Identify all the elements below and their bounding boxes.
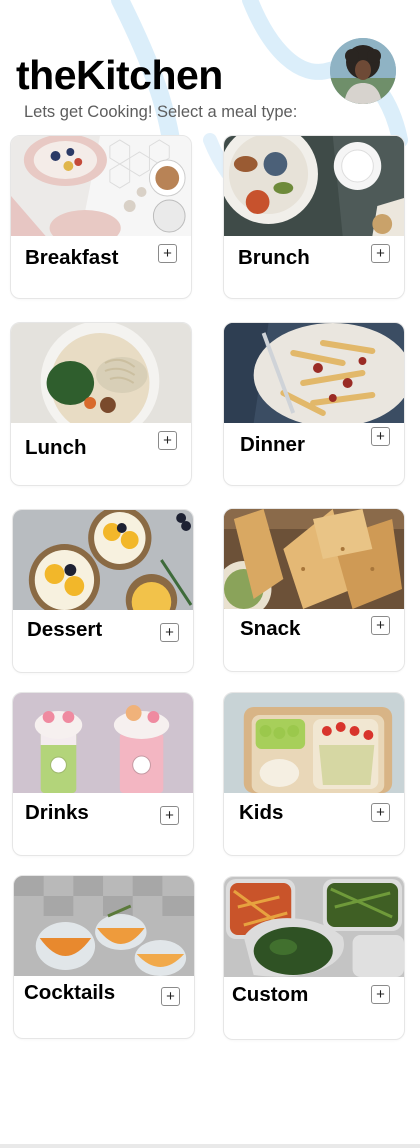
meal-card-snack[interactable]: Snack + (223, 508, 405, 672)
add-dinner-button[interactable]: + (371, 427, 390, 446)
add-drinks-button[interactable]: + (160, 806, 179, 825)
custom-image (224, 877, 404, 977)
brunch-image (224, 136, 404, 236)
dessert-image (13, 510, 193, 610)
bottom-divider (0, 1144, 420, 1148)
cocktails-image (14, 876, 194, 976)
add-custom-button[interactable]: + (371, 985, 390, 1004)
kids-image (224, 693, 404, 793)
meal-card-custom[interactable]: Custom + (223, 876, 405, 1040)
snack-image (224, 509, 404, 609)
meal-label-drinks: Drinks (25, 801, 89, 824)
meal-card-breakfast[interactable]: Breakfast + (10, 135, 192, 299)
meal-label-custom: Custom (232, 983, 309, 1006)
meal-label-breakfast: Breakfast (25, 246, 119, 269)
drinks-image (13, 693, 193, 793)
page-subtitle: Lets get Cooking! Select a meal type: (24, 103, 298, 121)
breakfast-image (11, 136, 191, 236)
add-breakfast-button[interactable]: + (158, 244, 177, 263)
dinner-image (224, 323, 404, 423)
add-dessert-button[interactable]: + (160, 623, 179, 642)
meal-label-dessert: Dessert (27, 618, 103, 641)
meal-card-kids[interactable]: Kids + (223, 692, 405, 856)
add-brunch-button[interactable]: + (371, 244, 390, 263)
meal-card-dinner[interactable]: Dinner + (223, 322, 405, 486)
meal-card-brunch[interactable]: Brunch + (223, 135, 405, 299)
add-snack-button[interactable]: + (371, 616, 390, 635)
lunch-image (11, 323, 191, 423)
meal-label-dinner: Dinner (240, 433, 305, 456)
meal-card-dessert[interactable]: Dessert + (12, 509, 194, 673)
user-avatar[interactable] (330, 38, 396, 104)
meal-label-snack: Snack (240, 617, 301, 640)
meal-label-lunch: Lunch (25, 436, 87, 459)
meal-label-brunch: Brunch (238, 246, 310, 269)
add-lunch-button[interactable]: + (158, 431, 177, 450)
app-title: theKitchen (16, 52, 223, 98)
add-kids-button[interactable]: + (371, 803, 390, 822)
add-cocktails-button[interactable]: + (161, 987, 180, 1006)
meal-label-kids: Kids (239, 801, 284, 824)
meal-card-lunch[interactable]: Lunch + (10, 322, 192, 486)
meal-card-cocktails[interactable]: Cocktails + (13, 875, 195, 1039)
meal-card-drinks[interactable]: Drinks + (12, 692, 194, 856)
meal-label-cocktails: Cocktails (24, 981, 116, 1004)
